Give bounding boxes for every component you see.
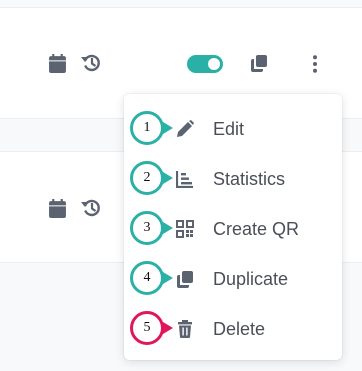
chart-icon <box>175 170 194 189</box>
calendar-icon[interactable] <box>49 54 66 73</box>
callout-marker: 2 <box>130 161 173 195</box>
callout-arrow <box>163 272 173 284</box>
copy-icon <box>176 270 194 288</box>
callout-arrow <box>163 222 173 234</box>
menu-item-label: Create QR <box>213 219 300 239</box>
menu-item-label: Duplicate <box>213 269 289 289</box>
callout-marker: 3 <box>130 211 173 245</box>
toggle-knob <box>208 58 220 70</box>
menu-item-label: Delete <box>213 319 266 339</box>
active-toggle[interactable] <box>187 55 223 73</box>
callout-arrow <box>163 322 173 334</box>
callout-marker: 4 <box>130 261 173 295</box>
callout-number: 3 <box>143 220 151 235</box>
row-divider-top <box>0 0 362 8</box>
calendar-icon[interactable] <box>49 199 66 218</box>
trash-icon <box>176 320 194 338</box>
history-icon[interactable] <box>81 198 101 218</box>
callout-arrow <box>163 122 173 134</box>
callout-arrow <box>163 172 173 184</box>
pencil-icon <box>176 120 194 138</box>
callout-number: 4 <box>143 270 151 285</box>
callout-marker: 5 <box>130 311 173 345</box>
menu-item-label: Statistics <box>213 169 286 189</box>
history-icon[interactable] <box>81 53 101 73</box>
copy-icon[interactable] <box>251 55 267 72</box>
callout-marker: 1 <box>130 111 173 145</box>
qr-code-icon <box>176 220 194 238</box>
more-vertical-icon[interactable] <box>311 55 319 73</box>
menu-item-label: Edit <box>213 119 245 139</box>
callout-number: 1 <box>143 120 151 135</box>
callout-number: 5 <box>143 320 151 335</box>
callout-number: 2 <box>143 170 151 185</box>
